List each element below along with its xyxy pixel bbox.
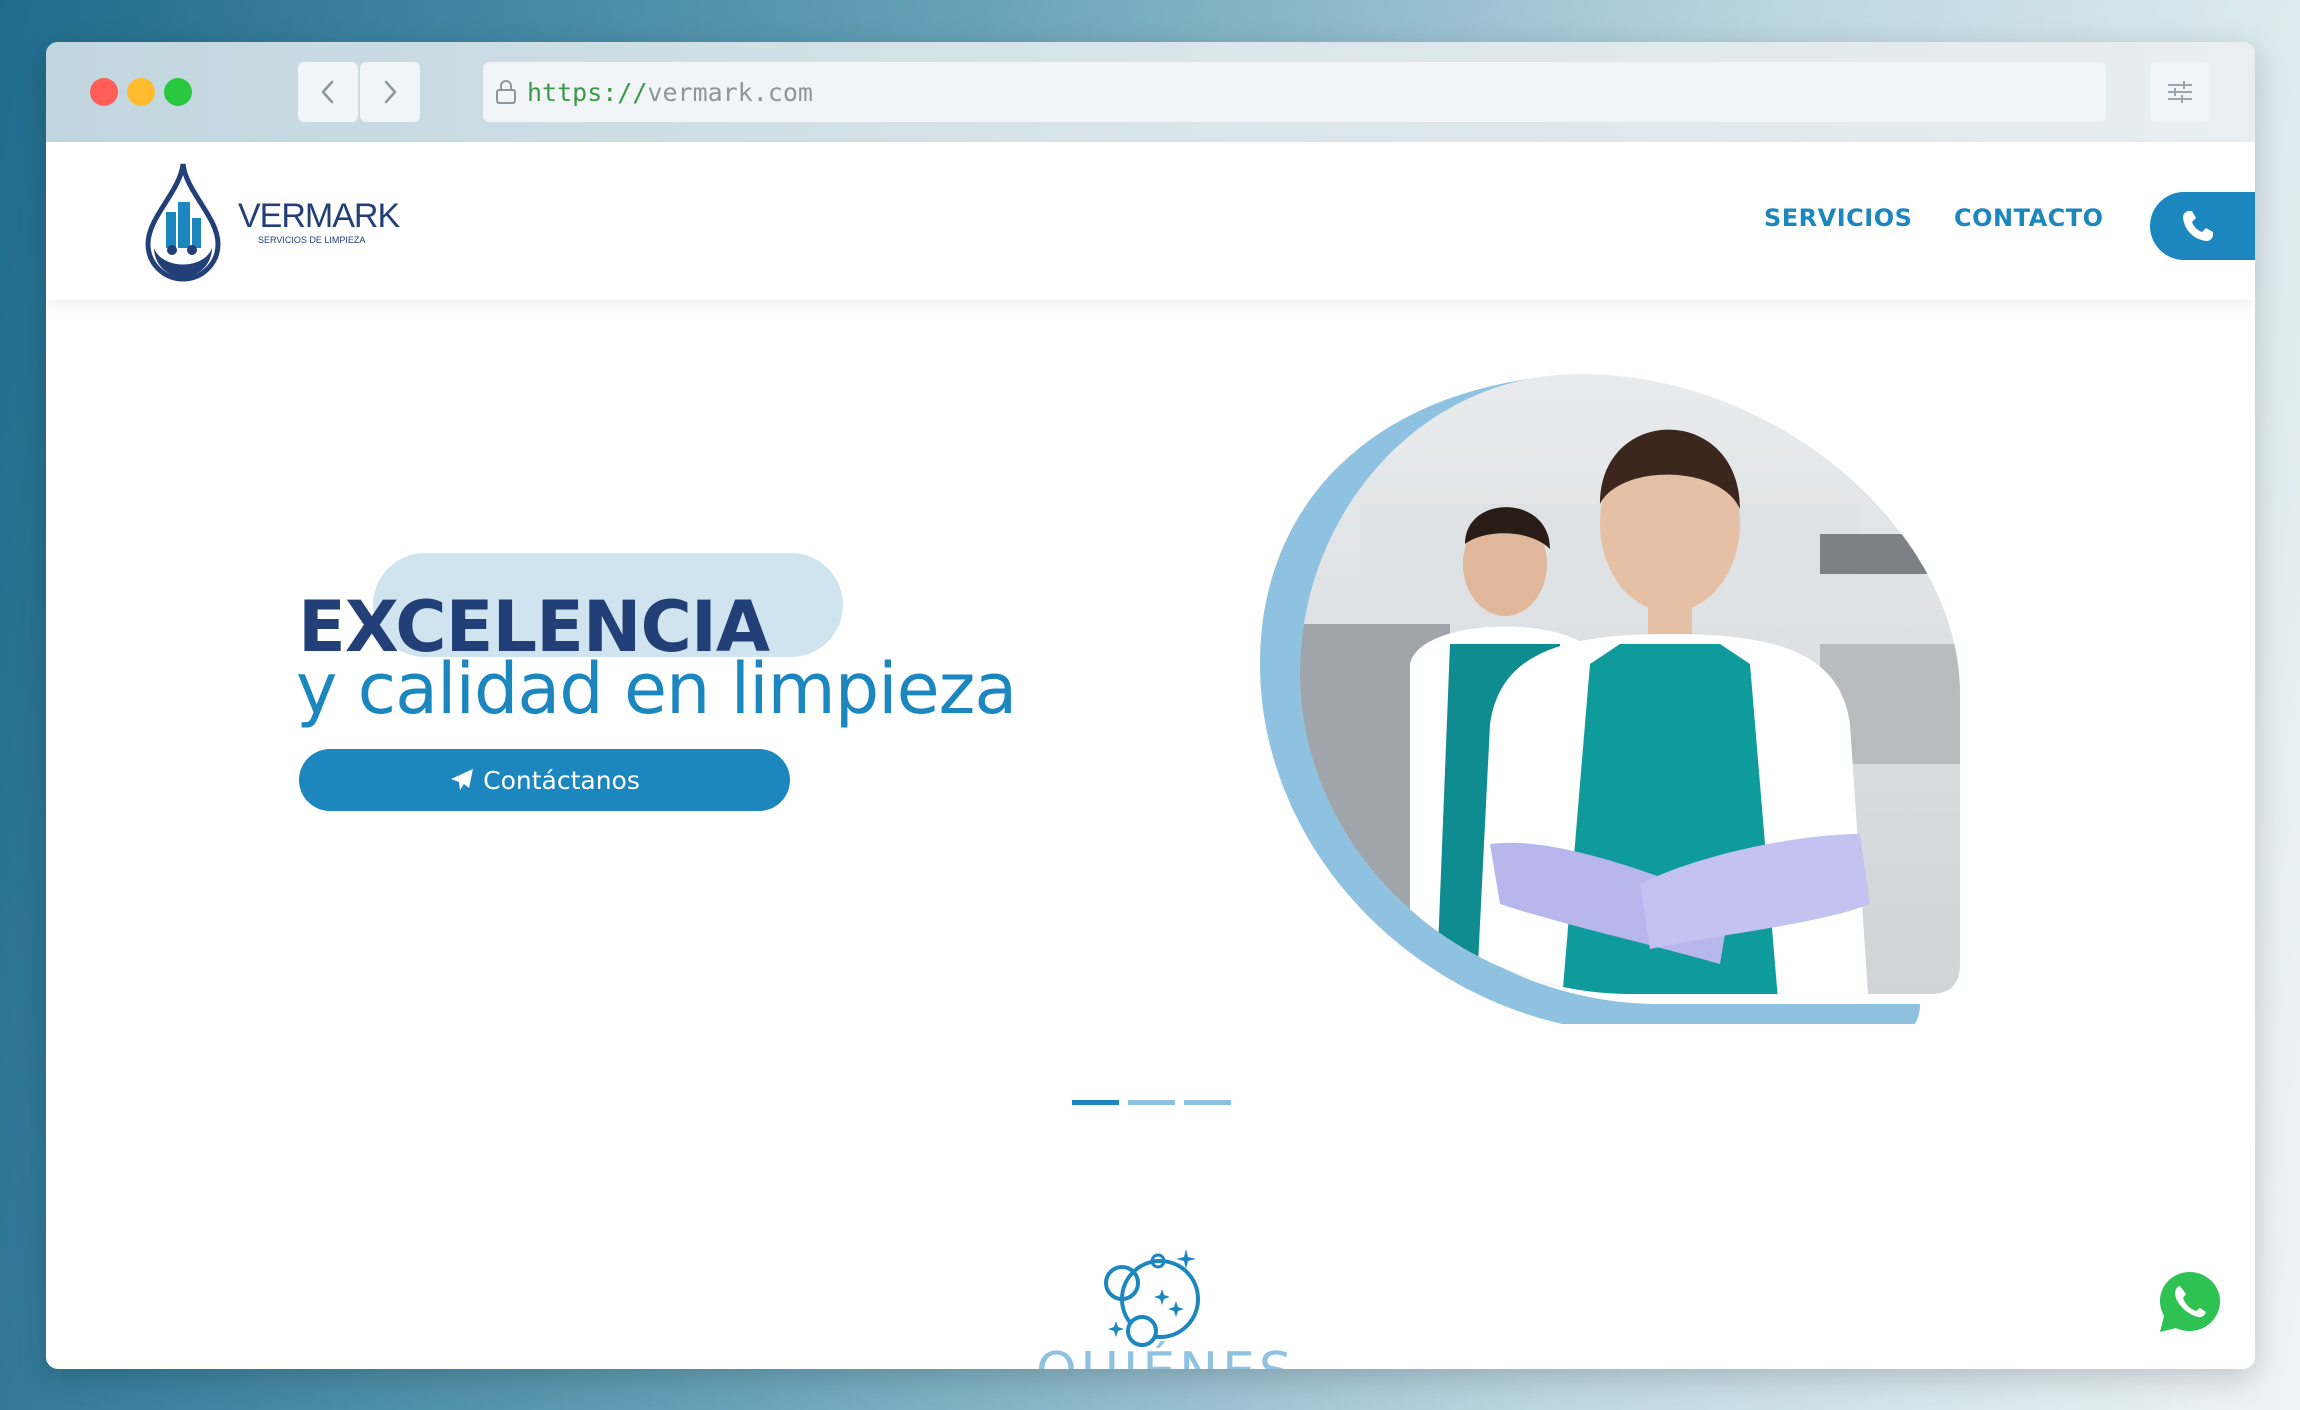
- minimize-window-button[interactable]: [127, 78, 155, 106]
- url-text: https://vermark.com: [527, 78, 813, 107]
- logo-tagline: SERVICIOS DE LIMPIEZA: [258, 235, 366, 245]
- browser-chrome: https://vermark.com: [46, 42, 2255, 142]
- lock-icon: [496, 80, 516, 104]
- phone-button[interactable]: [2150, 192, 2255, 260]
- about-section-title: QUIÉNES: [1036, 1342, 1296, 1369]
- slide-dot[interactable]: [1184, 1100, 1231, 1105]
- slide-dot[interactable]: [1128, 1100, 1175, 1105]
- back-button[interactable]: [298, 62, 358, 122]
- nav-link-contacto[interactable]: CONTACTO: [1954, 204, 2104, 232]
- browser-window: https://vermark.com VERMARK SERVICIOS DE…: [46, 42, 2255, 1369]
- contact-cta-button[interactable]: Contáctanos: [299, 749, 790, 811]
- url-host: vermark.com: [647, 77, 813, 107]
- hero-subtitle: y calidad en limpieza: [296, 648, 1017, 730]
- sliders-icon: [2168, 81, 2192, 103]
- slide-dot[interactable]: [1072, 1100, 1119, 1105]
- logo[interactable]: VERMARK SERVICIOS DE LIMPIEZA: [142, 162, 400, 282]
- logo-name: VERMARK: [238, 197, 400, 235]
- bubbles-sparkle-icon: [1104, 1249, 1200, 1347]
- nav-link-servicios[interactable]: SERVICIOS: [1764, 204, 1912, 232]
- water-drop-logo-icon: [145, 163, 221, 282]
- maximize-window-button[interactable]: [164, 78, 192, 106]
- site-header: VERMARK SERVICIOS DE LIMPIEZA SERVICIOS …: [46, 142, 2255, 300]
- hero-photo: [1260, 374, 1960, 1024]
- forward-button[interactable]: [360, 62, 420, 122]
- logo-text: VERMARK SERVICIOS DE LIMPIEZA: [238, 197, 400, 245]
- slider-pagination: [1072, 1100, 1231, 1105]
- chevron-right-icon: [384, 80, 397, 104]
- phone-icon: [2183, 211, 2213, 241]
- address-bar[interactable]: https://vermark.com: [483, 62, 2106, 122]
- url-scheme: https://: [527, 77, 648, 107]
- chevron-left-icon: [321, 80, 334, 104]
- settings-button[interactable]: [2150, 62, 2210, 122]
- close-window-button[interactable]: [90, 78, 118, 106]
- paper-plane-icon: [449, 767, 475, 793]
- whatsapp-icon[interactable]: [2154, 1266, 2226, 1338]
- cta-label: Contáctanos: [483, 765, 640, 795]
